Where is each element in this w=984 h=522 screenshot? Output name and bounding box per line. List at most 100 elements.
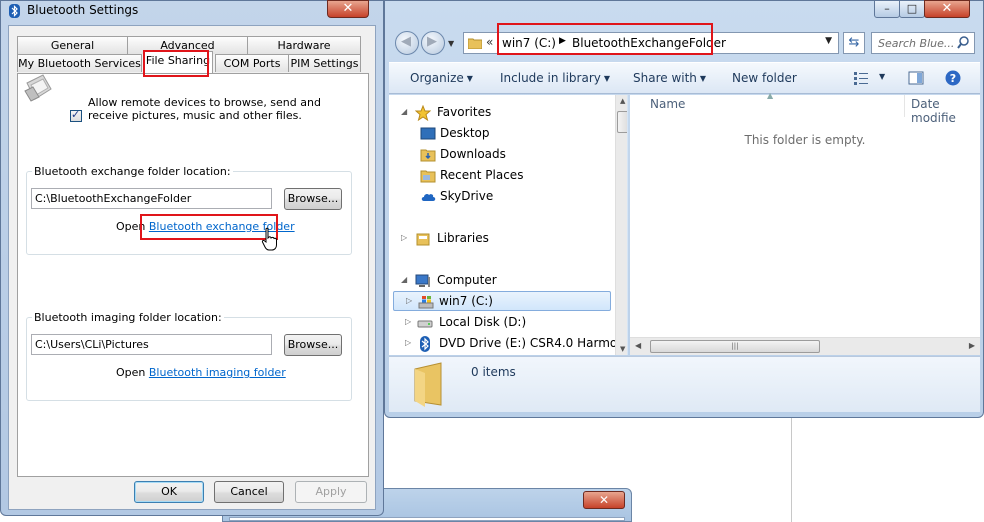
back-button[interactable]: ◀ [395,31,419,55]
include-in-library-label: Include in library [500,71,601,85]
allow-remote-checkbox[interactable]: ✓ [70,108,82,122]
highlight-file-sharing-tab [143,50,209,77]
tree-label: Recent Places [440,168,524,182]
imaging-folder-label: Bluetooth imaging folder location: [32,311,224,324]
scroll-up-icon[interactable]: ▲ [620,97,625,105]
apply-button[interactable]: Apply [295,481,367,503]
expand-arrow-icon[interactable]: ▷ [406,296,412,305]
imaging-browse-button[interactable]: Browse... [284,334,342,356]
exchange-browse-button[interactable]: Browse... [284,188,342,210]
help-icon[interactable]: ? [945,70,961,86]
expand-arrow-icon[interactable]: ▷ [405,338,411,347]
bluetooth-settings-window: Bluetooth Settings ✕ General Advanced Ha… [0,0,384,516]
sort-indicator-icon: ▲ [767,91,774,100]
recent-places-icon [420,170,436,183]
explorer-close-button[interactable]: ✕ [924,0,970,18]
tree-downloads[interactable]: Downloads [415,145,611,165]
tab-hardware[interactable]: Hardware [247,36,361,54]
search-placeholder: Search Blue... [878,37,955,50]
dropdown-caret-icon: ▼ [699,74,707,83]
new-folder-button[interactable]: New folder [732,71,797,85]
background-dialog-body [229,517,625,521]
column-divider[interactable] [904,95,905,117]
include-in-library-menu[interactable]: Include in library ▼ [500,71,610,85]
libraries-icon [416,233,430,246]
desktop-icon [420,127,436,140]
tree-label: Desktop [440,126,490,140]
collapse-arrow-icon[interactable]: ◢ [401,275,407,284]
tree-label: SkyDrive [440,189,494,203]
organize-menu[interactable]: Organize ▼ [410,71,473,85]
exchange-folder-group [26,171,352,255]
refresh-button[interactable]: ⇆ [843,32,865,54]
tree-label: Favorites [437,105,492,119]
bluetooth-icon [420,336,430,352]
windows-drive-icon [418,296,434,309]
scroll-thumb[interactable] [617,111,627,133]
tree-label: win7 (C:) [439,294,493,308]
horizontal-scrollbar[interactable]: ◀ ||| ▶ [630,337,980,355]
collapse-arrow-icon[interactable]: ◢ [401,107,407,116]
expand-arrow-icon[interactable]: ▷ [405,317,411,326]
tab-com-ports[interactable]: COM Ports [215,54,289,72]
imaging-folder-group [26,317,352,401]
tree-recent-places[interactable]: Recent Places [415,166,611,186]
tree-label: Downloads [440,147,506,161]
cloud-icon [421,193,436,201]
tree-skydrive[interactable]: SkyDrive [415,187,611,207]
tree-dvd-drive-e[interactable]: ▷ DVD Drive (E:) CSR4.0 Harmony [405,334,627,354]
tab-pim-settings[interactable]: PIM Settings [288,54,361,72]
expand-arrow-icon[interactable]: ▷ [401,233,407,242]
search-icon [957,36,969,49]
tab-general[interactable]: General [17,36,128,54]
preview-pane-icon[interactable] [908,70,924,86]
dropdown-caret-icon: ▼ [466,74,473,83]
title-bar: Bluetooth Settings [1,1,383,21]
tree-label: DVD Drive (E:) CSR4.0 Harmony [439,336,628,350]
share-with-menu[interactable]: Share with ▼ [633,71,706,85]
change-view-icon[interactable] [853,70,869,86]
tree-favorites[interactable]: ◢ Favorites [401,103,611,123]
tree-desktop[interactable]: Desktop [415,124,611,144]
tree-computer[interactable]: ◢ Computer [401,271,611,291]
dropdown-caret-icon: ▼ [603,74,611,83]
navigation-scrollbar[interactable]: ▲ ▼ [615,95,627,355]
address-dropdown-icon[interactable]: ▼ [825,36,832,46]
column-header-date-modified[interactable]: Date modifie [911,97,980,125]
tree-libraries[interactable]: ▷ Libraries [401,229,611,249]
svg-text:?: ? [950,72,956,85]
background-dialog-close-button[interactable]: ✕ [583,491,625,509]
organize-label: Organize [410,71,464,85]
maximize-button[interactable]: □ [899,0,925,18]
scroll-down-icon[interactable]: ▼ [620,345,625,353]
recent-pages-caret-icon[interactable]: ▼ [448,39,454,48]
back-arrow-icon: ◀ [401,34,411,49]
tree-label: Computer [437,273,497,287]
view-dropdown-icon[interactable]: ▼ [879,72,885,81]
ok-button[interactable]: OK [134,481,204,503]
empty-folder-message: This folder is empty. [744,133,866,147]
refresh-icon: ⇆ [848,35,860,50]
tree-local-disk-d[interactable]: ▷ Local Disk (D:) [405,313,611,333]
address-overflow-chevron[interactable]: « [486,35,493,49]
tree-label: Local Disk (D:) [439,315,527,329]
open-imaging-folder-link[interactable]: Bluetooth imaging folder [149,366,286,379]
scroll-right-icon[interactable]: ▶ [969,341,975,350]
highlight-exchange-link [140,214,278,240]
folder-icon [414,362,442,407]
file-sharing-panel [17,73,369,477]
imaging-folder-path-input[interactable]: C:\Users\CLi\Pictures [31,334,272,355]
tree-win7-drive[interactable]: ▷ win7 (C:) [393,291,611,311]
column-header-name[interactable]: Name [650,97,685,111]
exchange-folder-path-input[interactable]: C:\BluetoothExchangeFolder [31,188,272,209]
close-button[interactable]: ✕ [327,0,369,18]
scroll-left-icon[interactable]: ◀ [635,341,641,350]
search-box[interactable]: Search Blue... [871,32,975,54]
forward-button[interactable]: ▶ [421,31,445,55]
cancel-button[interactable]: Cancel [214,481,284,503]
command-bar: Organize ▼ Include in library ▼ Share with… [389,62,980,94]
horizontal-scroll-thumb[interactable]: ||| [650,340,820,353]
details-pane: 0 items [389,356,980,412]
navigation-pane: ◢ Favorites Desktop Downloads Recent Pla… [389,95,628,355]
minimize-button[interactable]: – [874,0,900,18]
